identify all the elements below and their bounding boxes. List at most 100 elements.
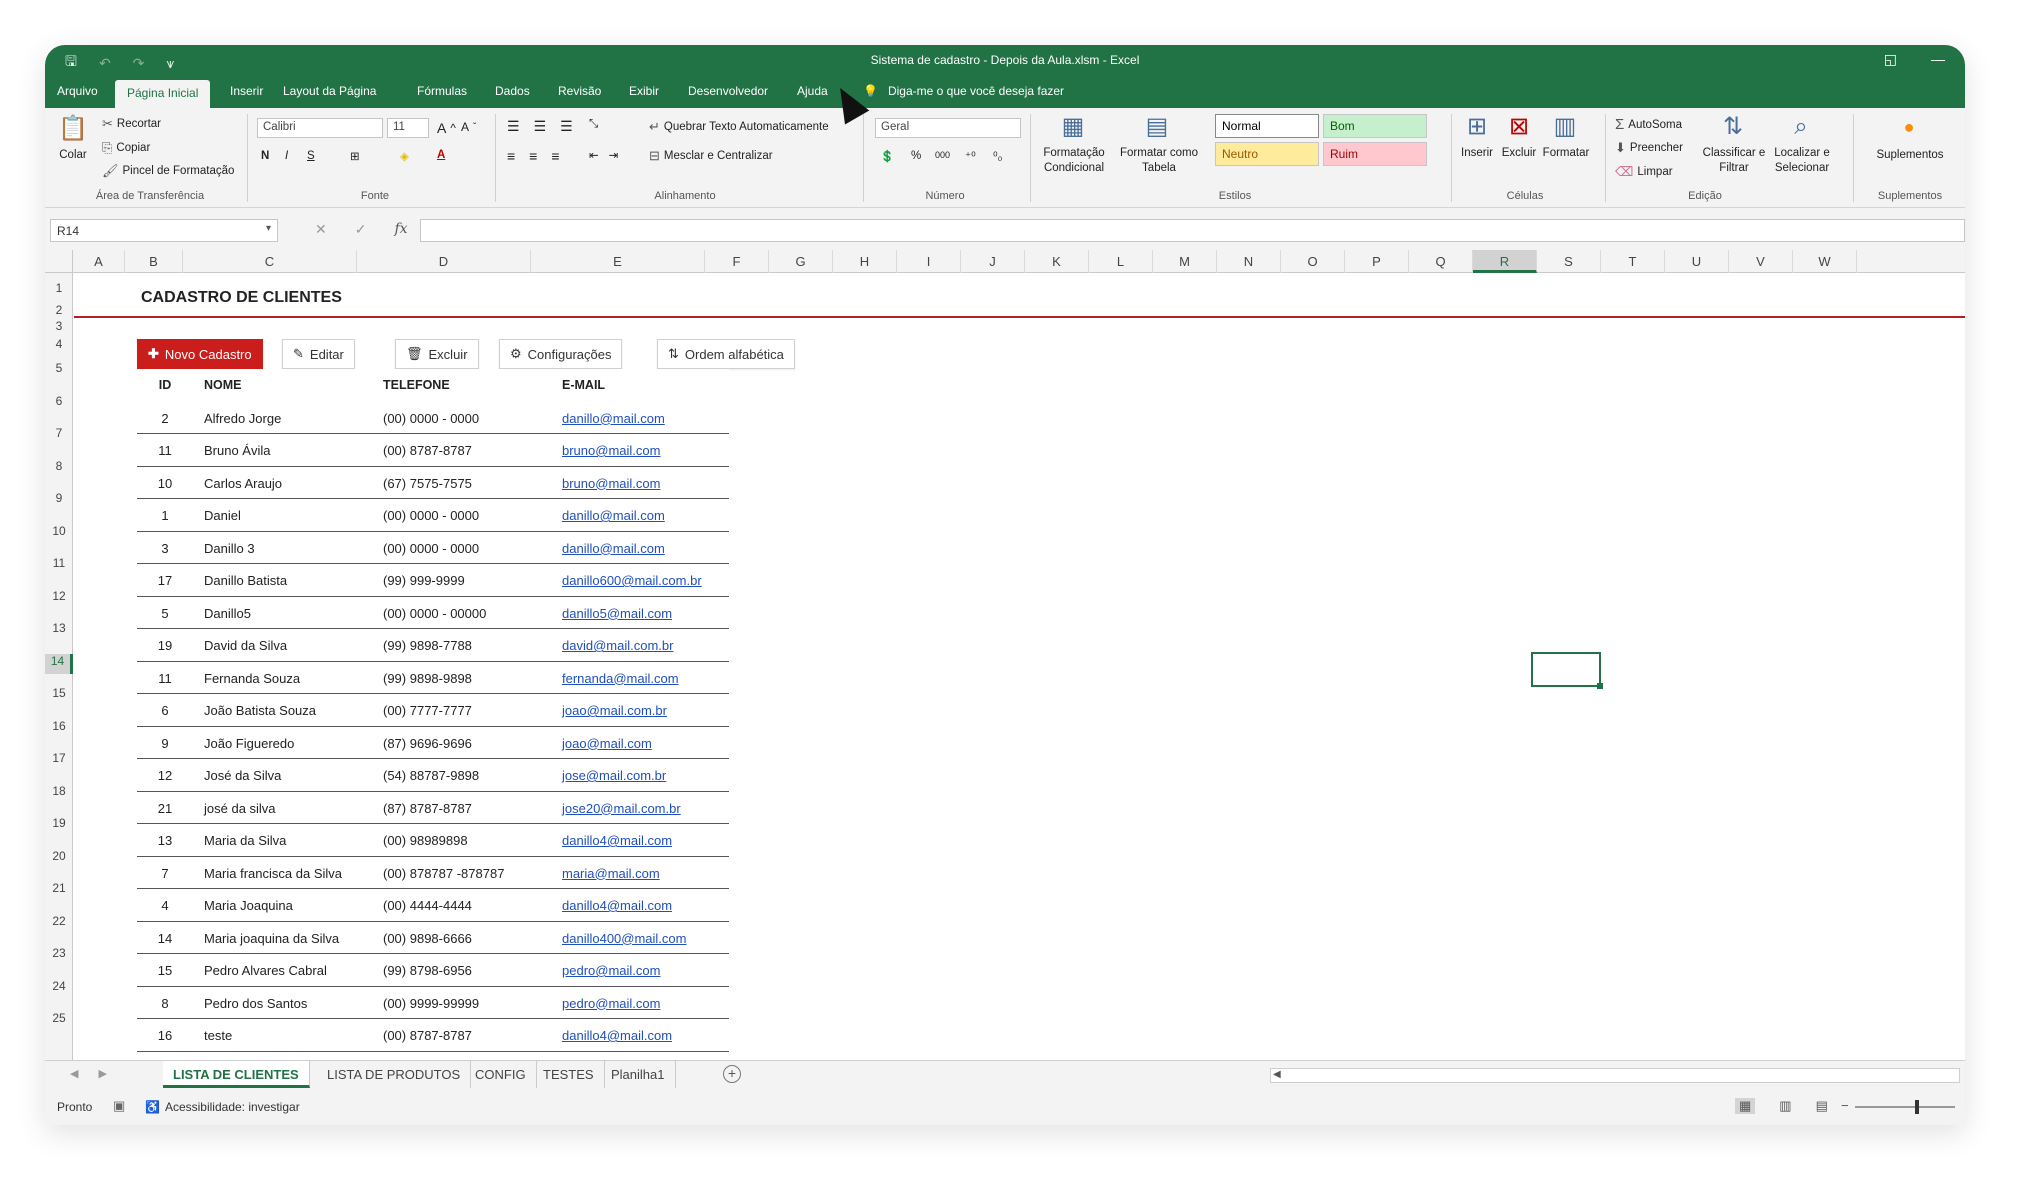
addins-icon[interactable]: ●	[1893, 112, 1925, 142]
cell-email-link[interactable]: jose20@mail.com.br	[562, 801, 681, 816]
scroll-left-icon[interactable]: ◀	[1273, 1069, 1281, 1080]
table-row[interactable]: 12 José da Silva (54) 88787-9898 jose@mail.…	[137, 759, 729, 792]
row-header-22[interactable]: 22	[45, 914, 73, 934]
accounting-format-icon[interactable]: 💲	[880, 149, 894, 163]
header-nome[interactable]: NOME	[204, 378, 242, 392]
table-row[interactable]: 21 josé da silva (87) 8787-8787 jose20@mail…	[137, 791, 729, 824]
vertical-align-icons[interactable]: ☰ ☰ ☰	[507, 118, 573, 135]
row-header-4[interactable]: 4	[45, 337, 73, 353]
column-header-n[interactable]: N	[1217, 250, 1281, 273]
cell-email-link[interactable]: danillo600@mail.com.br	[562, 573, 702, 588]
table-row[interactable]: 6 João Batista Souza (00) 7777-7777 joao@ma…	[137, 694, 729, 727]
settings-button[interactable]: ⚙ Configurações	[499, 339, 623, 369]
find-select-button[interactable]: Localizar e Selecionar	[1767, 146, 1837, 176]
column-header-p[interactable]: P	[1345, 250, 1409, 273]
row-header-9[interactable]: 9	[45, 491, 73, 511]
row-header-3[interactable]: 3	[45, 319, 73, 335]
format-painter-button[interactable]: 🖌 Pincel de Formatação	[102, 163, 234, 179]
table-row[interactable]: 7 Maria francisca da Silva (00) 878787 -87…	[137, 856, 729, 889]
column-header-i[interactable]: I	[897, 250, 961, 273]
table-row[interactable]: 14 Maria joaquina da Silva (00) 9898-6666 d…	[137, 921, 729, 954]
sheet-nav-arrows[interactable]: ◀ ▶	[70, 1067, 107, 1080]
column-header-l[interactable]: L	[1089, 250, 1153, 273]
percent-button[interactable]: %	[911, 150, 921, 162]
row-header-6[interactable]: 6	[45, 394, 73, 414]
row-header-18[interactable]: 18	[45, 784, 73, 804]
table-row[interactable]: 17 Danillo Batista (99) 999-9999 danillo600…	[137, 564, 729, 597]
cell-email-link[interactable]: bruno@mail.com	[562, 443, 660, 458]
tab-desenvolvedor[interactable]: Desenvolvedor	[688, 84, 768, 98]
header-email[interactable]: E-MAIL	[562, 378, 605, 392]
tell-me-search[interactable]: 💡 Diga-me o que você deseja fazer	[863, 84, 1064, 98]
sort-filter-icon[interactable]: ⇅	[1717, 112, 1749, 142]
tab-inserir[interactable]: Inserir	[230, 84, 263, 98]
horizontal-scrollbar[interactable]: ◀	[1270, 1068, 1960, 1083]
font-color-icon[interactable]: A	[437, 149, 445, 161]
table-row[interactable]: 15 Pedro Alvares Cabral (99) 8798-6956 pedr…	[137, 954, 729, 987]
indent-icons[interactable]: ⇤ ⇥	[589, 148, 618, 162]
tab-layout-da-pagina[interactable]: Layout da Página	[283, 84, 376, 98]
style-ruim[interactable]: Ruim	[1323, 142, 1427, 166]
sort-filter-button[interactable]: Classificar e Filtrar	[1701, 146, 1767, 176]
font-shrink-icon[interactable]: Aˇ	[461, 120, 476, 134]
row-header-13[interactable]: 13	[45, 621, 73, 641]
row-header-15[interactable]: 15	[45, 686, 73, 706]
fill-button[interactable]: ⬇ Preencher	[1615, 140, 1683, 156]
column-header-e[interactable]: E	[531, 250, 705, 273]
conditional-format-icon[interactable]: ▦	[1057, 112, 1089, 142]
row-header-7[interactable]: 7	[45, 426, 73, 446]
row-header-12[interactable]: 12	[45, 589, 73, 609]
row-header-17[interactable]: 17	[45, 751, 73, 771]
macro-record-icon[interactable]: ▣	[113, 1098, 125, 1114]
tab-ajuda[interactable]: Ajuda	[797, 84, 828, 98]
addins-button[interactable]: Suplementos	[1863, 148, 1957, 163]
row-header-20[interactable]: 20	[45, 849, 73, 869]
format-cells-button[interactable]: Formatar	[1541, 146, 1591, 161]
tab-arquivo[interactable]: Arquivo	[57, 84, 98, 98]
table-row[interactable]: 3 Danillo 3 (00) 0000 - 0000 danillo@mail.c…	[137, 531, 729, 564]
ribbon-display-options-icon[interactable]: ◱	[1884, 51, 1897, 68]
cell-email-link[interactable]: pedro@mail.com	[562, 963, 660, 978]
row-header-24[interactable]: 24	[45, 979, 73, 999]
font-size-select[interactable]: 11	[387, 118, 429, 138]
merge-center-button[interactable]: ⊟ Mesclar e Centralizar	[649, 148, 773, 164]
style-neutro[interactable]: Neutro	[1215, 142, 1319, 166]
row-header-16[interactable]: 16	[45, 719, 73, 739]
insert-cells-icon[interactable]: ⊞	[1461, 112, 1493, 142]
table-row[interactable]: 13 Maria da Silva (00) 98989898 danillo4@ma…	[137, 824, 729, 857]
column-header-c[interactable]: C	[183, 250, 357, 273]
tab-formulas[interactable]: Fórmulas	[417, 84, 467, 98]
fill-color-icon[interactable]: ◈	[400, 149, 409, 163]
row-header-25[interactable]: 25	[45, 1011, 73, 1031]
column-header-a[interactable]: A	[73, 250, 125, 273]
borders-icon[interactable]: ⊞	[350, 149, 360, 163]
orientation-icon[interactable]: ⤡	[589, 118, 598, 131]
column-header-h[interactable]: H	[833, 250, 897, 273]
column-header-t[interactable]: T	[1601, 250, 1665, 273]
add-sheet-icon[interactable]: +	[723, 1065, 741, 1083]
row-header-23[interactable]: 23	[45, 946, 73, 966]
row-header-8[interactable]: 8	[45, 459, 73, 479]
format-as-table-icon[interactable]: ▤	[1141, 112, 1173, 142]
tab-dados[interactable]: Dados	[495, 84, 530, 98]
insert-cells-button[interactable]: Inserir	[1455, 146, 1499, 161]
tab-pagina-inicial[interactable]: Página Inicial	[115, 80, 211, 108]
page-layout-view-icon[interactable]: ▥	[1779, 1098, 1791, 1114]
enter-icon[interactable]: ✓	[355, 221, 367, 238]
thousands-button[interactable]: 000	[935, 150, 950, 160]
cut-button[interactable]: ✂ Recortar	[102, 116, 161, 132]
horizontal-align-icons[interactable]: ≡ ≡ ≡	[507, 148, 560, 164]
table-row[interactable]: 9 João Figueredo (87) 9696-9696 joao@mail.c…	[137, 726, 729, 759]
sheet-tab-lista-de-clientes[interactable]: LISTA DE CLIENTES	[163, 1061, 310, 1088]
paste-button[interactable]: Colar	[57, 148, 89, 163]
page-break-view-icon[interactable]: ▤	[1816, 1098, 1828, 1114]
cell-email-link[interactable]: danillo4@mail.com	[562, 898, 672, 913]
sheet-tab-config[interactable]: CONFIG	[465, 1061, 537, 1088]
table-row[interactable]: 5 Danillo5 (00) 0000 - 00000 danillo5@mail.…	[137, 596, 729, 629]
style-normal[interactable]: Normal	[1215, 114, 1319, 138]
column-header-m[interactable]: M	[1153, 250, 1217, 273]
select-all-corner[interactable]	[45, 250, 73, 273]
header-id[interactable]: ID	[137, 378, 193, 392]
delete-cells-button[interactable]: Excluir	[1497, 146, 1541, 161]
header-telefone[interactable]: TELEFONE	[383, 378, 450, 392]
